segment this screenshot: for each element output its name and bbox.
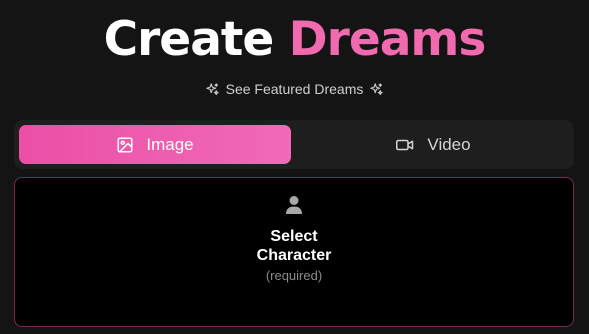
sparkles-icon [369, 82, 384, 97]
image-icon [116, 136, 134, 154]
tab-image[interactable]: Image [19, 125, 291, 164]
video-camera-icon [395, 136, 415, 154]
select-character-line2: Character [256, 247, 332, 264]
featured-link-label: See Featured Dreams [225, 81, 364, 97]
create-dreams-page: Create Dreams See Featured Dreams Image … [0, 0, 589, 334]
tab-video-label: Video [427, 134, 471, 154]
see-featured-dreams-link[interactable]: See Featured Dreams [0, 79, 589, 99]
title-create: Create [103, 12, 275, 67]
tab-video[interactable]: Video [297, 125, 569, 164]
page-title: Create Dreams [0, 8, 589, 72]
select-character-card[interactable]: Select Character (required) [14, 177, 574, 327]
media-type-tabs: Image Video [14, 120, 574, 169]
title-dreams: Dreams [288, 12, 487, 67]
required-note: (required) [265, 268, 323, 283]
tab-image-label: Image [146, 134, 194, 154]
user-icon [285, 195, 303, 219]
select-character-label: Select Character [15, 227, 573, 265]
select-character-line1: Select [270, 228, 318, 245]
sparkles-icon [205, 82, 220, 97]
